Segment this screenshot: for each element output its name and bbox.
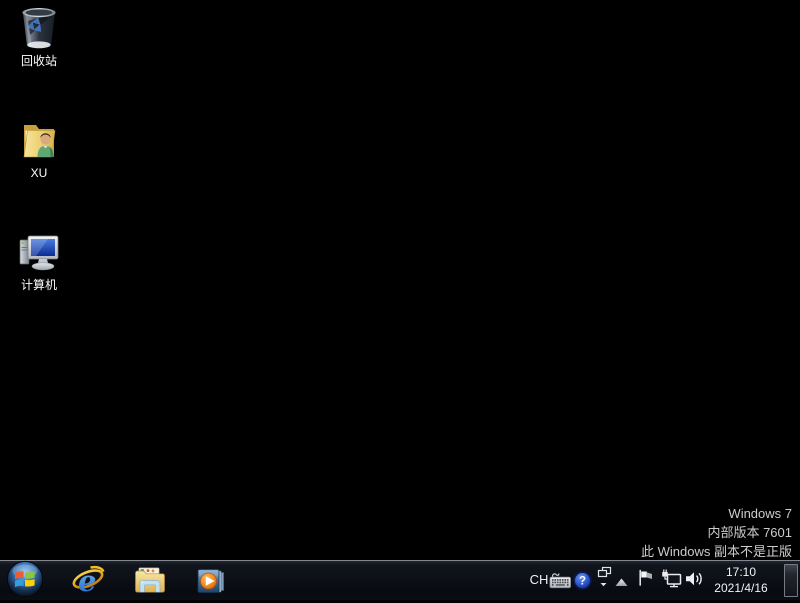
desktop-icon-label: XU [2, 166, 76, 181]
desktop-icon-user-folder[interactable]: XU [2, 116, 76, 181]
desktop-icon-label: 计算机 [2, 278, 76, 293]
windows-explorer-icon [133, 564, 167, 598]
ime-help-icon[interactable]: ? [573, 571, 592, 595]
watermark-line-1: Windows 7 [641, 504, 792, 523]
network-icon[interactable] [659, 569, 682, 594]
watermark-line-3: 此 Windows 副本不是正版 [641, 542, 792, 561]
recycle-bin-icon [15, 4, 63, 52]
clock-time: 17:10 [707, 564, 775, 580]
user-folder-icon [15, 116, 63, 164]
taskbar-item-internet-explorer[interactable]: e [66, 563, 110, 599]
volume-icon[interactable] [685, 571, 704, 592]
desktop-icon-label: 回收站 [2, 54, 76, 69]
clock-date: 2021/4/16 [707, 580, 775, 596]
windows-media-player-icon [194, 564, 228, 598]
start-button[interactable] [6, 560, 44, 598]
computer-icon [15, 228, 63, 276]
windows-activation-watermark: Windows 7 内部版本 7601 此 Windows 副本不是正版 [641, 504, 792, 561]
taskbar-item-windows-explorer[interactable] [128, 563, 172, 599]
taskbar: e [0, 560, 800, 600]
desktop-icon-computer[interactable]: 计算机 [2, 228, 76, 293]
clock[interactable]: 17:10 2021/4/16 [707, 564, 775, 596]
svg-text:e: e [78, 564, 96, 598]
svg-text:?: ? [579, 576, 586, 588]
internet-explorer-icon: e [71, 564, 105, 598]
desktop-icon-recycle-bin[interactable]: 回收站 [2, 4, 76, 69]
ime-toolbar-icon[interactable] [597, 566, 613, 593]
taskbar-item-windows-media-player[interactable] [189, 563, 233, 599]
ime-soft-keyboard-icon[interactable] [549, 571, 572, 595]
show-hidden-icons-button[interactable] [615, 574, 628, 592]
language-indicator[interactable]: CH [528, 565, 550, 595]
windows-logo-icon [6, 560, 44, 598]
show-desktop-button[interactable] [784, 564, 798, 597]
action-center-flag-icon[interactable] [637, 569, 654, 592]
watermark-line-2: 内部版本 7601 [641, 523, 792, 542]
